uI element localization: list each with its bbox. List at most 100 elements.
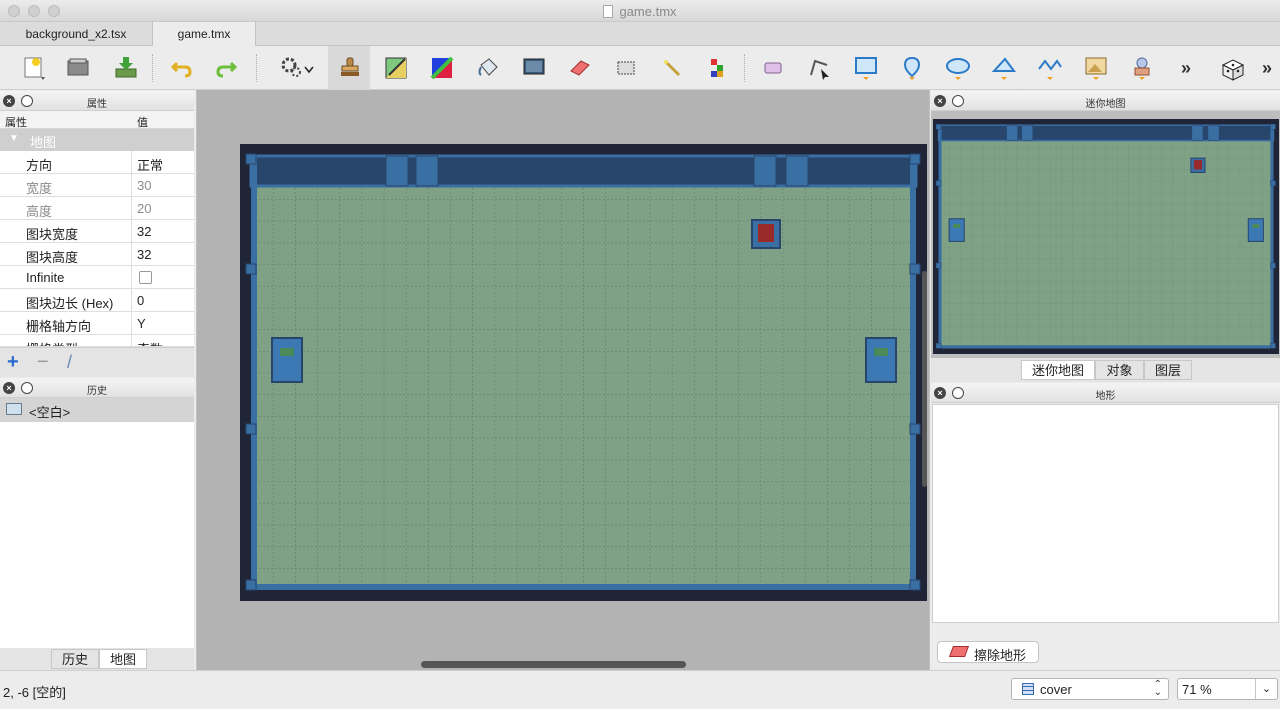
chevron-down-icon[interactable]: ⌄ (1255, 679, 1277, 699)
property-row[interactable]: 方向 正常 (0, 151, 194, 174)
left-wall (251, 156, 257, 590)
tab-history[interactable]: 历史 (51, 649, 99, 669)
collapse-arrow-icon[interactable]: ▼ (9, 133, 19, 144)
wall-post (935, 262, 942, 269)
rename-property-button[interactable]: / (67, 352, 72, 373)
property-row[interactable]: 图块宽度 32 (0, 220, 194, 243)
layer-select[interactable]: cover ⌃ ⌄ (1011, 678, 1169, 700)
property-row[interactable]: 宽度 30 (0, 174, 194, 197)
new-file-icon[interactable] (12, 46, 54, 90)
column-header-value: 值 (137, 117, 148, 129)
left-dock-tabs: 历史 地图 (0, 648, 194, 670)
wall-post (245, 153, 257, 165)
toolbar-overflow-button[interactable]: » (1181, 58, 1191, 79)
stamp-brush-icon[interactable] (328, 46, 370, 90)
wall-pillar (785, 155, 809, 187)
tab-minimap[interactable]: 迷你地图 (1021, 360, 1095, 380)
terrain-brush-icon[interactable] (374, 46, 416, 90)
wall-pillar (1021, 124, 1033, 141)
remove-property-button[interactable]: − (37, 351, 49, 374)
properties-panel-header: × 属性 (0, 91, 194, 111)
bottom-wall (251, 584, 916, 590)
minimap-image[interactable] (933, 119, 1279, 354)
insert-rectangle-icon[interactable] (844, 46, 886, 90)
main-toolbar: » » (0, 46, 1280, 90)
tab-layers[interactable]: 图层 (1144, 360, 1192, 380)
minimap-panel-header: × 迷你地图 (931, 91, 1280, 111)
property-row[interactable]: 高度 20 (0, 197, 194, 220)
document-icon (603, 5, 614, 18)
save-icon[interactable] (104, 46, 146, 90)
wall-pillar (385, 155, 409, 187)
window-title: game.tmx (0, 4, 1280, 19)
add-property-button[interactable]: + (7, 351, 19, 374)
right-wall (910, 156, 916, 590)
insert-template-icon[interactable] (1120, 46, 1162, 90)
select-objects-icon[interactable] (752, 46, 794, 90)
insert-ellipse-icon[interactable] (936, 46, 978, 90)
map-view[interactable] (240, 144, 927, 601)
toolbar-separator (256, 54, 257, 82)
properties-actions: + − / (0, 347, 194, 377)
redo-icon[interactable] (204, 46, 246, 90)
select-same-tile-icon[interactable] (696, 46, 738, 90)
property-row[interactable]: 栅格轴方向 Y (0, 312, 194, 335)
insert-point-icon[interactable] (890, 46, 932, 90)
rectangular-select-icon[interactable] (604, 46, 646, 90)
enemy-sprite (1247, 218, 1264, 242)
bottom-wall (938, 345, 1274, 349)
insert-polygon-icon[interactable] (982, 46, 1024, 90)
open-file-icon[interactable] (56, 46, 98, 90)
updown-arrows-icon: ⌃ ⌄ (1153, 679, 1162, 698)
shape-fill-icon[interactable] (512, 46, 554, 90)
vertical-scrollbar[interactable] (922, 271, 927, 487)
horizontal-scrollbar[interactable] (421, 661, 686, 668)
bucket-fill-icon[interactable] (466, 46, 508, 90)
top-wall (937, 124, 1275, 142)
history-list: <空白> (0, 398, 194, 648)
enemy-face (280, 348, 294, 356)
zoom-select[interactable]: 71 % ⌄ (1177, 678, 1278, 700)
property-row[interactable]: 图块边长 (Hex) 0 (0, 289, 194, 312)
turret-core (1193, 160, 1202, 170)
list-item[interactable]: <空白> (0, 398, 194, 422)
commands-icon[interactable] (270, 46, 320, 90)
enemy-face (874, 348, 888, 356)
panel-title: 属性 (87, 99, 107, 110)
toolbar-overflow-button-2[interactable]: » (1262, 58, 1272, 79)
undo-icon[interactable] (160, 46, 202, 90)
insert-polyline-icon[interactable] (1028, 46, 1070, 90)
top-wall (249, 154, 918, 188)
magic-wand-icon[interactable] (650, 46, 692, 90)
enemy-sprite (865, 337, 897, 383)
wall-post (909, 423, 921, 435)
panel-title: 迷你地图 (1085, 99, 1126, 110)
property-row[interactable]: Infinite (0, 266, 194, 289)
terrain-list[interactable] (932, 404, 1279, 623)
left-wall (938, 125, 942, 349)
insert-tile-icon[interactable] (1074, 46, 1116, 90)
tab-objects[interactable]: 对象 (1095, 360, 1144, 380)
wall-pillar (1006, 124, 1018, 141)
terrain-panel-header: × 地形 (931, 383, 1280, 403)
edit-polygons-icon[interactable] (798, 46, 840, 90)
wall-pillar (415, 155, 439, 187)
property-category-map[interactable]: ▼ 地图 (0, 129, 194, 151)
infinite-checkbox[interactable] (139, 271, 152, 284)
property-row[interactable]: 图块高度 32 (0, 243, 194, 266)
wall-post (1270, 342, 1276, 349)
history-panel-header: × 历史 (0, 378, 194, 398)
wang-brush-icon[interactable] (420, 46, 462, 90)
minimap-view[interactable] (931, 111, 1280, 358)
right-wall (1270, 125, 1274, 349)
property-row[interactable]: 栅格类型奇数 (0, 335, 194, 347)
wall-post (909, 153, 921, 165)
tab-game-tmx[interactable]: game.tmx (153, 22, 256, 46)
history-item-icon (6, 403, 22, 415)
tab-map[interactable]: 地图 (99, 649, 147, 669)
eraser-icon[interactable] (558, 46, 600, 90)
random-mode-icon[interactable] (1210, 46, 1252, 90)
erase-terrain-button[interactable]: 擦除地形 (937, 641, 1039, 663)
map-canvas-area[interactable] (196, 90, 930, 670)
tab-background-x2-tsx[interactable]: background_x2.tsx (0, 22, 153, 46)
